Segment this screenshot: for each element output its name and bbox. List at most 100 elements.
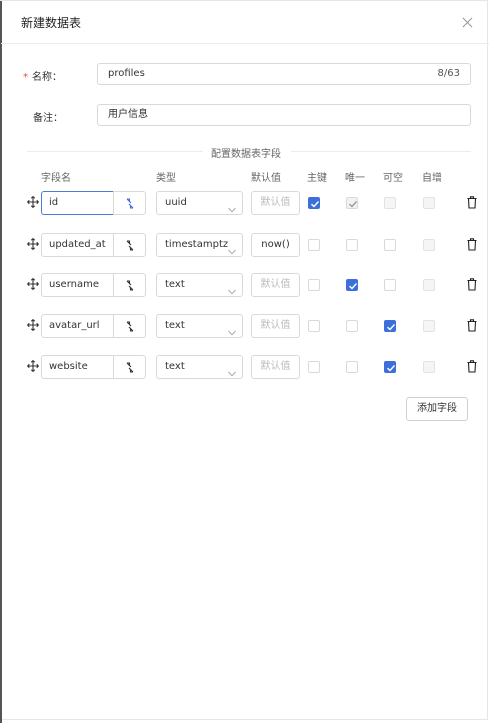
link-icon — [125, 240, 135, 251]
new-table-dialog: 新建数据表 * 名称： profiles 8/63 备注： 用户信息 配置数据表字… — [0, 0, 489, 723]
header-type: 类型 — [156, 173, 176, 184]
header-field-name: 字段名 — [41, 173, 71, 184]
field-name-value: id — [49, 197, 59, 208]
field-name-input[interactable]: id — [41, 191, 114, 215]
chevron-down-icon — [228, 242, 236, 255]
trash-icon[interactable] — [467, 238, 477, 251]
chevron-down-icon — [228, 282, 236, 295]
primary-checkbox[interactable] — [308, 320, 320, 332]
name-label: * 名称： — [23, 68, 62, 83]
primary-checkbox[interactable] — [308, 197, 320, 209]
field-name-value: username — [49, 279, 99, 290]
header-divider — [1, 43, 489, 44]
default-value-text: 默认值 — [260, 197, 291, 208]
field-row: username text 默认值 — [1, 273, 489, 297]
default-value-input[interactable]: now() — [251, 233, 300, 257]
close-icon[interactable] — [461, 16, 475, 30]
default-value-text: now() — [261, 239, 290, 250]
chevron-down-icon — [228, 364, 236, 377]
remark-value: 用户信息 — [108, 109, 148, 120]
field-type-select[interactable]: timestamptz — [156, 233, 243, 257]
field-name-input[interactable]: username — [41, 273, 114, 297]
auto-checkbox — [423, 197, 435, 209]
chevron-down-icon — [228, 200, 236, 213]
field-type-select[interactable]: text — [156, 273, 243, 297]
auto-checkbox — [423, 239, 435, 251]
drag-handle-icon[interactable] — [27, 360, 39, 372]
link-icon — [125, 321, 135, 332]
field-link-button[interactable] — [113, 355, 146, 379]
field-row: avatar_url text 默认值 — [1, 314, 489, 338]
default-value-text: 默认值 — [260, 320, 291, 331]
add-field-button[interactable]: 添加字段 — [406, 397, 468, 421]
field-row: id uuid 默认值 — [1, 191, 489, 215]
trash-icon[interactable] — [467, 196, 477, 209]
drag-handle-icon[interactable] — [27, 196, 39, 208]
field-link-button[interactable] — [113, 233, 146, 257]
remark-input[interactable]: 用户信息 — [97, 104, 471, 126]
field-name-input[interactable]: avatar_url — [41, 314, 114, 338]
field-name-input[interactable]: updated_at — [41, 233, 114, 257]
auto-checkbox — [423, 320, 435, 332]
unique-checkbox[interactable] — [346, 239, 358, 251]
chevron-down-icon — [228, 323, 236, 336]
required-mark: * — [23, 72, 28, 83]
field-row: website text 默认值 — [1, 355, 489, 379]
dialog-title: 新建数据表 — [21, 16, 82, 30]
primary-checkbox[interactable] — [308, 279, 320, 291]
field-type-value: text — [165, 279, 185, 290]
nullable-checkbox — [384, 197, 396, 209]
header-auto-increment: 自增 — [422, 173, 442, 184]
default-value-text: 默认值 — [260, 361, 291, 372]
field-name-value: updated_at — [49, 239, 106, 250]
default-value-input[interactable]: 默认值 — [251, 273, 300, 297]
field-type-value: text — [165, 320, 185, 331]
drag-handle-icon[interactable] — [27, 319, 39, 331]
field-row: updated_at timestamptz now() — [1, 233, 489, 257]
table-name-input[interactable]: profiles 8/63 — [97, 63, 471, 85]
unique-checkbox[interactable] — [346, 361, 358, 373]
field-type-select[interactable]: uuid — [156, 191, 243, 215]
primary-checkbox[interactable] — [308, 239, 320, 251]
field-name-value: website — [49, 361, 88, 372]
unique-checkbox[interactable] — [346, 279, 358, 291]
field-link-button[interactable] — [113, 314, 146, 338]
field-link-button[interactable] — [113, 273, 146, 297]
header-nullable: 可空 — [383, 173, 403, 184]
field-type-value: uuid — [165, 197, 187, 208]
unique-checkbox — [346, 197, 358, 209]
remark-label: 备注： — [33, 113, 63, 124]
nullable-checkbox[interactable] — [384, 361, 396, 373]
field-type-select[interactable]: text — [156, 314, 243, 338]
header-default: 默认值 — [251, 173, 281, 184]
field-type-value: text — [165, 361, 185, 372]
drag-handle-icon[interactable] — [27, 238, 39, 250]
default-value-input[interactable]: 默认值 — [251, 355, 300, 379]
trash-icon[interactable] — [467, 278, 477, 291]
nullable-checkbox[interactable] — [384, 239, 396, 251]
field-type-value: timestamptz — [165, 239, 229, 250]
section-title: 配置数据表字段 — [211, 149, 281, 160]
primary-checkbox[interactable] — [308, 361, 320, 373]
drag-handle-icon[interactable] — [27, 278, 39, 290]
header-primary-key: 主键 — [307, 173, 327, 184]
trash-icon[interactable] — [467, 360, 477, 373]
field-link-button[interactable] — [113, 191, 146, 215]
field-name-input[interactable]: website — [41, 355, 114, 379]
header-unique: 唯一 — [345, 173, 365, 184]
default-value-input[interactable]: 默认值 — [251, 314, 300, 338]
section-divider-right — [291, 151, 471, 152]
default-value-text: 默认值 — [260, 279, 291, 290]
name-char-count: 8/63 — [437, 68, 460, 79]
trash-icon[interactable] — [467, 319, 477, 332]
auto-checkbox — [423, 279, 435, 291]
unique-checkbox[interactable] — [346, 320, 358, 332]
default-value-input[interactable]: 默认值 — [251, 191, 300, 215]
link-icon — [125, 280, 135, 291]
section-divider-left — [27, 151, 203, 152]
field-type-select[interactable]: text — [156, 355, 243, 379]
table-name-value: profiles — [108, 68, 145, 79]
nullable-checkbox[interactable] — [384, 279, 396, 291]
link-icon — [125, 198, 135, 209]
nullable-checkbox[interactable] — [384, 320, 396, 332]
